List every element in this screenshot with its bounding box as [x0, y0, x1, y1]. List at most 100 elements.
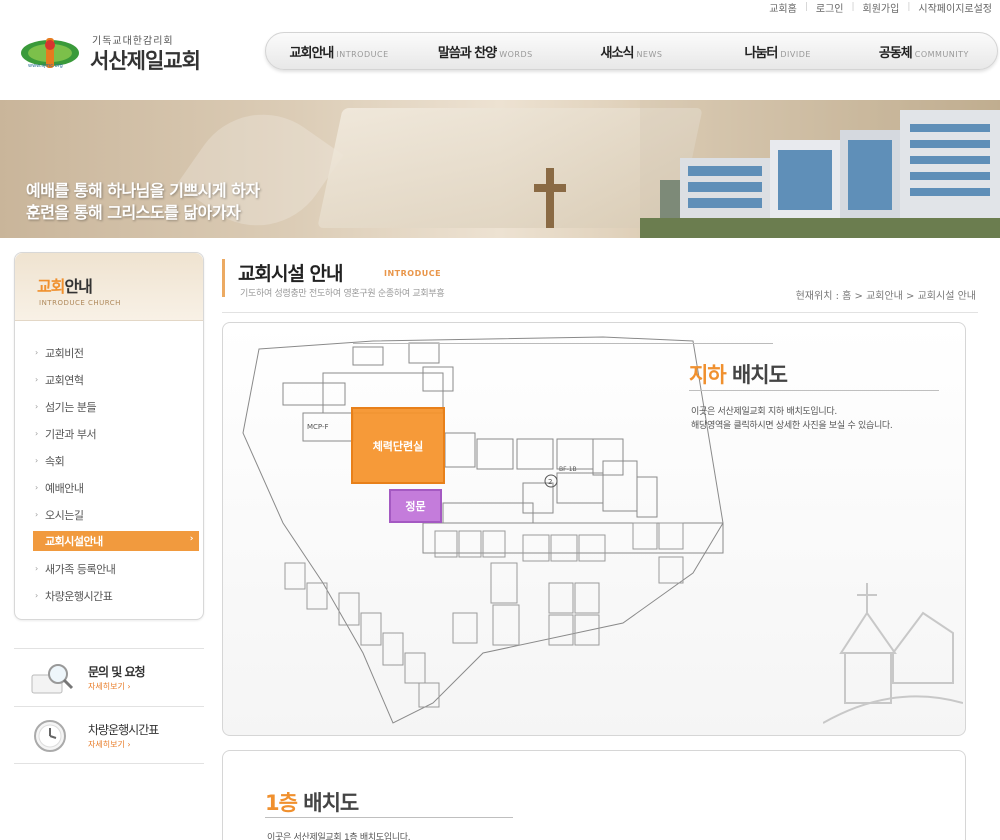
- sidebar-item-newcomer[interactable]: › 새가족 등록안내: [33, 555, 199, 582]
- nav-label-en: DIVIDE: [780, 49, 811, 59]
- title-accent-bar: [222, 259, 225, 297]
- page-title: 교회시설 안내: [238, 263, 343, 285]
- basement-description: 이곳은 서산제일교회 지하 배치도입니다. 해당영역을 클릭하시면 상세한 사진…: [691, 405, 893, 433]
- sidebar-item-directions[interactable]: › 오시는길: [33, 501, 199, 528]
- magnifier-icon: [31, 664, 74, 694]
- quick-link-title: 차량운행시간표: [88, 723, 159, 737]
- nav-label-en: INTRODUCE: [336, 49, 389, 59]
- util-link-startpage[interactable]: 시작페이지로설정: [918, 0, 992, 15]
- page-slogan: 기도하여 성령충만 전도하여 영혼구원 순종하여 교회부흥: [240, 289, 445, 299]
- hero-banner: 예배를 통해 하나님을 기쁘시게 하자 훈련을 통해 그리스도를 닮아가자: [0, 100, 1000, 238]
- floor-title-accent: 지하: [689, 363, 727, 387]
- sidebar-item-label: 속회: [45, 454, 65, 468]
- nav-label: 나눔터: [744, 45, 778, 61]
- sidebar-menu: › 교회비전 › 교회연혁 › 섬기는 분들 › 기관과 부서 › 속회 › 예배안내 › 오…: [33, 339, 199, 609]
- utility-links: 교회홈 | 로그인 | 회원가입 | 시작페이지로설정: [769, 0, 992, 15]
- basement-floor-panel: MCP-F BF-1B 2 체력단련실 정문 지하 배치도 이곳은 서산제일교회…: [222, 322, 966, 736]
- sidebar-subtitle: INTRODUCE CHURCH: [39, 299, 121, 307]
- util-link-join[interactable]: 회원가입: [863, 0, 900, 15]
- plan-label-mcp: MCP-F: [307, 423, 329, 431]
- quick-link-title: 문의 및 요청: [88, 665, 146, 679]
- sidebar-item-label: 오시는길: [45, 508, 84, 522]
- sidebar-item-label: 새가족 등록안내: [45, 562, 116, 576]
- sidebar-item-staff[interactable]: › 섬기는 분들: [33, 393, 199, 420]
- util-link-home[interactable]: 교회홈: [769, 0, 797, 15]
- divider: [689, 390, 939, 391]
- divider: |: [851, 2, 855, 12]
- sidebar-item-label: 예배안내: [45, 481, 84, 495]
- nav-item-community[interactable]: 공동체 COMMUNITY: [851, 42, 997, 61]
- banner-line-2: 훈련을 통해 그리스도를 닮아가자: [26, 203, 241, 222]
- emblem-text: www.sjmc.org: [28, 63, 63, 69]
- sidebar: 교회안내 INTRODUCE CHURCH › 교회비전 › 교회연혁 › 섬기는 분…: [14, 252, 204, 620]
- cross-pendant-icon: [534, 168, 566, 228]
- chevron-right-icon: ›: [35, 483, 38, 492]
- sidebar-item-facilities[interactable]: 교회시설안내 ›: [33, 531, 199, 551]
- chevron-right-icon: ›: [35, 456, 38, 465]
- sidebar-title-accent: 교회: [37, 277, 65, 296]
- sidebar-item-cell[interactable]: › 속회: [33, 447, 199, 474]
- breadcrumb: 현재위치 : 홈 > 교회안내 > 교회시설 안내: [795, 291, 976, 302]
- room-main-gate[interactable]: 정문: [389, 489, 442, 523]
- sidebar-item-label: 교회시설안내: [45, 535, 103, 548]
- nav-label: 교회안내: [289, 45, 335, 61]
- first-floor-panel: 1층 배치도 이곳은 서산제일교회 1층 배치도입니다.: [222, 750, 966, 840]
- chevron-right-icon: ›: [35, 591, 38, 600]
- nav-label-en: COMMUNITY: [914, 49, 969, 59]
- floor-title-rest: 배치도: [725, 363, 788, 387]
- plan-label-bf: BF-1B: [559, 466, 577, 473]
- chevron-right-icon: ›: [35, 375, 38, 384]
- church-sketch-illustration: [823, 583, 963, 724]
- basement-title: 지하 배치도: [689, 359, 788, 389]
- nav-item-divide[interactable]: 나눔터 DIVIDE: [705, 42, 851, 61]
- nav-label: 새소식: [600, 45, 635, 61]
- clock-icon: [34, 720, 66, 752]
- sidebar-item-vision[interactable]: › 교회비전: [33, 339, 199, 366]
- chevron-right-icon: ›: [189, 534, 194, 544]
- sidebar-item-label: 차량운행시간표: [45, 589, 113, 603]
- sidebar-item-departments[interactable]: › 기관과 부서: [33, 420, 199, 447]
- first-floor-title: 1층 배치도: [265, 787, 359, 817]
- first-floor-description: 이곳은 서산제일교회 1층 배치도입니다.: [267, 833, 411, 840]
- sidebar-item-label: 교회비전: [45, 346, 84, 360]
- logo-title: 서산제일교회: [90, 49, 201, 73]
- sidebar-item-worship[interactable]: › 예배안내: [33, 474, 199, 501]
- chevron-right-icon: ›: [35, 564, 38, 573]
- basement-desc-line-1: 이곳은 서산제일교회 지하 배치도입니다.: [691, 407, 837, 417]
- basement-desc-line-2: 해당영역을 클릭하시면 상세한 사진을 보실 수 있습니다.: [691, 421, 893, 431]
- sidebar-item-shuttle[interactable]: › 차량운행시간표: [33, 582, 199, 609]
- page-title-en: INTRODUCE: [384, 269, 442, 278]
- sidebar-item-history[interactable]: › 교회연혁: [33, 366, 199, 393]
- nav-item-introduce[interactable]: 교회안내 INTRODUCE: [266, 42, 412, 61]
- banner-line-1: 예배를 통해 하나님을 기쁘시게 하자: [26, 181, 260, 200]
- divider: |: [804, 2, 808, 12]
- banner-slogan: 예배를 통해 하나님을 기쁘시게 하자 훈련을 통해 그리스도를 닮아가자: [26, 180, 260, 224]
- main-nav: 교회안내 INTRODUCE 말씀과 찬양 WORDS 새소식 NEWS 나눔터 DIV…: [265, 32, 998, 70]
- sidebar-item-label: 섬기는 분들: [45, 400, 97, 414]
- sidebar-item-label: 교회연혁: [45, 373, 84, 387]
- chevron-right-icon: ›: [35, 429, 38, 438]
- sidebar-title: 교회안내: [37, 273, 93, 297]
- floor-title-accent: 1층: [265, 791, 298, 815]
- chevron-right-icon: ›: [35, 402, 38, 411]
- chevron-right-icon: ›: [35, 348, 38, 357]
- content-header: 교회시설 안내 INTRODUCE 기도하여 성령충만 전도하여 영혼구원 순종…: [222, 257, 978, 313]
- church-building-image: [640, 100, 1000, 238]
- site-logo[interactable]: www.sjmc.org 기독교대한감리회 서산제일교회: [20, 30, 220, 80]
- nav-item-words[interactable]: 말씀과 찬양 WORDS: [412, 42, 558, 61]
- sidebar-item-label: 기관과 부서: [45, 427, 97, 441]
- nav-item-news[interactable]: 새소식 NEWS: [558, 42, 704, 61]
- nav-label: 공동체: [878, 45, 913, 61]
- plan-label-num: 2: [548, 478, 552, 486]
- room-gym[interactable]: 체력단련실: [351, 407, 445, 484]
- quick-link-inquiry[interactable]: 문의 및 요청 자세히보기 ›: [14, 648, 204, 706]
- nav-label: 말씀과 찬양: [437, 45, 497, 61]
- more-link[interactable]: 자세히보기 ›: [88, 739, 131, 750]
- more-link[interactable]: 자세히보기 ›: [88, 681, 131, 692]
- quick-link-shuttle[interactable]: 차량운행시간표 자세히보기 ›: [14, 706, 204, 764]
- divider: |: [907, 2, 911, 12]
- chevron-right-icon: ›: [35, 510, 38, 519]
- floor-title-rest: 배치도: [296, 791, 359, 815]
- divider: [265, 817, 513, 818]
- util-link-login[interactable]: 로그인: [816, 0, 844, 15]
